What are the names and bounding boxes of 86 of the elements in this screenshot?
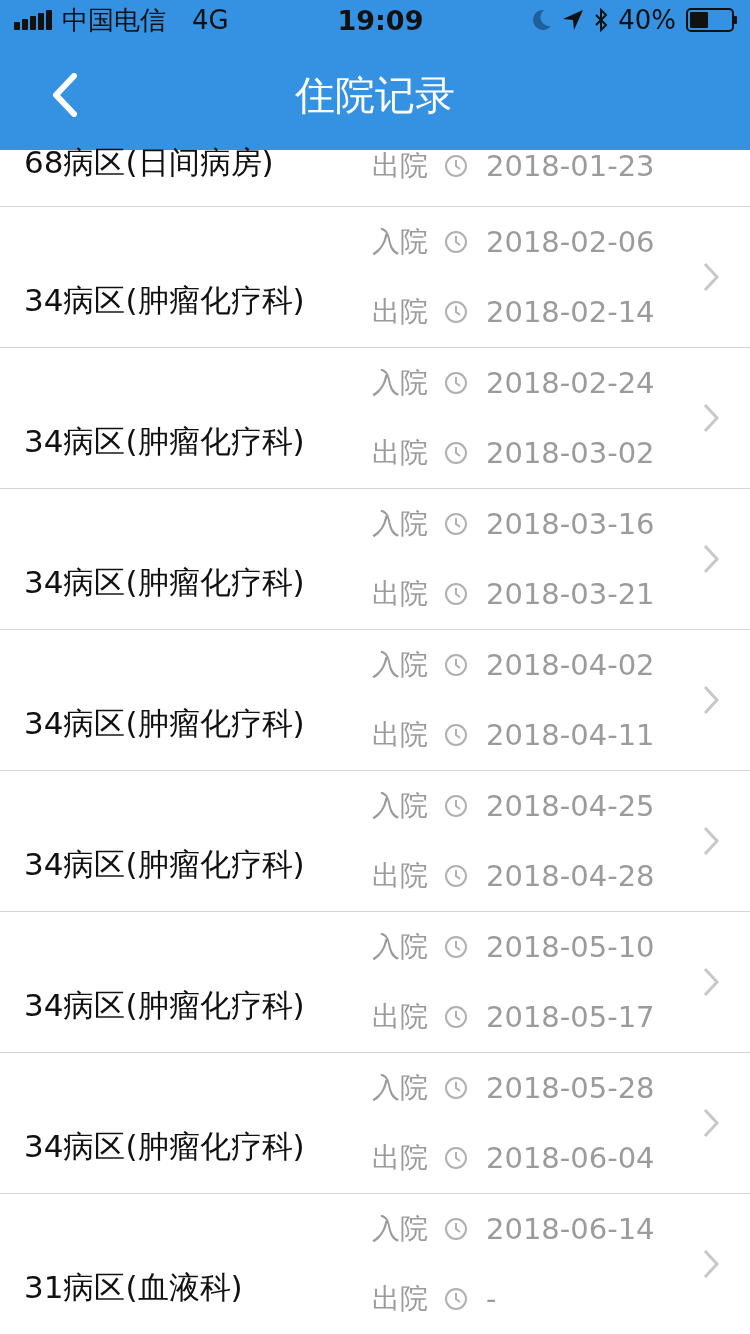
record-row[interactable]: 31病区(血液科) 入院 2018-06-14 出院 - [0, 1194, 750, 1334]
admission-label: 入院 [372, 929, 429, 965]
chevron-right-icon [702, 1248, 720, 1280]
clock-icon [444, 723, 468, 747]
admission-date: 2018-03-16 [486, 507, 655, 541]
moon-icon [532, 9, 553, 31]
page-title: 住院记录 [295, 70, 455, 120]
discharge-date: 2018-04-11 [486, 718, 655, 752]
admission-label: 入院 [372, 506, 429, 542]
chevron-right-icon [702, 1107, 720, 1139]
discharge-date: 2018-03-21 [486, 577, 655, 611]
record-row[interactable]: 34病区(肿瘤化疗科) 入院 2018-03-16 出院 2018-03-21 [0, 489, 750, 630]
clock-icon [444, 1005, 468, 1029]
ward-name: 31病区(血液科) [24, 1268, 244, 1307]
record-row[interactable]: 34病区(肿瘤化疗科) 入院 2018-02-24 出院 2018-03-02 [0, 348, 750, 489]
clock-icon [444, 371, 468, 395]
admission-label: 入院 [372, 647, 429, 683]
clock-icon [444, 653, 468, 677]
battery-percent: 40% [618, 5, 676, 35]
clock-icon [444, 230, 468, 254]
discharge-label: 出院 [372, 717, 429, 753]
discharge-label: 出院 [372, 1281, 429, 1317]
clock-icon [444, 300, 468, 324]
clock-icon [444, 864, 468, 888]
admission-date: 2018-05-10 [486, 930, 655, 964]
admission-date: 2018-04-02 [486, 648, 655, 682]
discharge-date: - [486, 1282, 497, 1316]
discharge-label: 出院 [372, 1140, 429, 1176]
admission-label: 入院 [372, 224, 429, 260]
clock-icon [444, 441, 468, 465]
signal-icon [14, 10, 52, 30]
admission-date: 2018-02-06 [486, 225, 655, 259]
record-row[interactable]: 34病区(肿瘤化疗科) 入院 2018-05-10 出院 2018-05-17 [0, 912, 750, 1053]
admission-date: 2018-05-28 [486, 1071, 655, 1105]
clock-icon [444, 582, 468, 606]
admission-label: 入院 [372, 1070, 429, 1106]
chevron-right-icon [702, 543, 720, 575]
location-arrow-icon [562, 9, 585, 31]
network-type: 4G [192, 5, 229, 35]
clock-icon [444, 1076, 468, 1100]
discharge-label: 出院 [372, 148, 429, 184]
discharge-date: 2018-05-17 [486, 1000, 655, 1034]
admission-label: 入院 [372, 1211, 429, 1247]
chevron-right-icon [702, 684, 720, 716]
discharge-label: 出院 [372, 294, 429, 330]
discharge-label: 出院 [372, 435, 429, 471]
admission-label: 入院 [372, 365, 429, 401]
ward-name: 34病区(肿瘤化疗科) [24, 563, 306, 602]
clock-icon [444, 794, 468, 818]
discharge-date: 2018-01-23 [486, 149, 655, 183]
discharge-date: 2018-03-02 [486, 436, 655, 470]
clock-icon [444, 935, 468, 959]
admission-date: 2018-02-24 [486, 366, 655, 400]
record-row[interactable]: 34病区(肿瘤化疗科) 入院 2018-04-25 出院 2018-04-28 [0, 771, 750, 912]
discharge-label: 出院 [372, 858, 429, 894]
ward-name: 34病区(肿瘤化疗科) [24, 845, 306, 884]
chevron-right-icon [702, 825, 720, 857]
record-row[interactable]: 34病区(肿瘤化疗科) 入院 2018-02-06 出院 2018-02-14 [0, 207, 750, 348]
ward-name: 34病区(肿瘤化疗科) [24, 704, 306, 743]
chevron-right-icon [702, 966, 720, 998]
chevron-left-icon [50, 73, 80, 117]
clock-icon [444, 1217, 468, 1241]
ward-name: 34病区(肿瘤化疗科) [24, 422, 306, 461]
discharge-label: 出院 [372, 999, 429, 1035]
clock-icon [444, 1146, 468, 1170]
ward-name: 34病区(肿瘤化疗科) [24, 281, 306, 320]
clock-icon [444, 1287, 468, 1311]
bluetooth-icon [594, 8, 609, 32]
discharge-label: 出院 [372, 576, 429, 612]
carrier-name: 中国电信 [62, 3, 166, 37]
ward-name: 34病区(肿瘤化疗科) [24, 986, 306, 1025]
admission-label: 入院 [372, 788, 429, 824]
battery-icon [686, 8, 738, 32]
clock-icon [444, 154, 468, 178]
record-row[interactable]: 34病区(肿瘤化疗科) 入院 2018-05-28 出院 2018-06-04 [0, 1053, 750, 1194]
discharge-date: 2018-06-04 [486, 1141, 655, 1175]
ward-name: 34病区(肿瘤化疗科) [24, 1127, 306, 1166]
clock-icon [444, 512, 468, 536]
discharge-date: 2018-04-28 [486, 859, 655, 893]
admission-date: 2018-04-25 [486, 789, 655, 823]
discharge-date: 2018-02-14 [486, 295, 655, 329]
chevron-right-icon [702, 402, 720, 434]
clock-time: 19:09 [337, 4, 424, 36]
record-row[interactable]: 34病区(肿瘤化疗科) 入院 2018-04-02 出院 2018-04-11 [0, 630, 750, 771]
chevron-right-icon [702, 261, 720, 293]
admission-date: 2018-06-14 [486, 1212, 655, 1246]
